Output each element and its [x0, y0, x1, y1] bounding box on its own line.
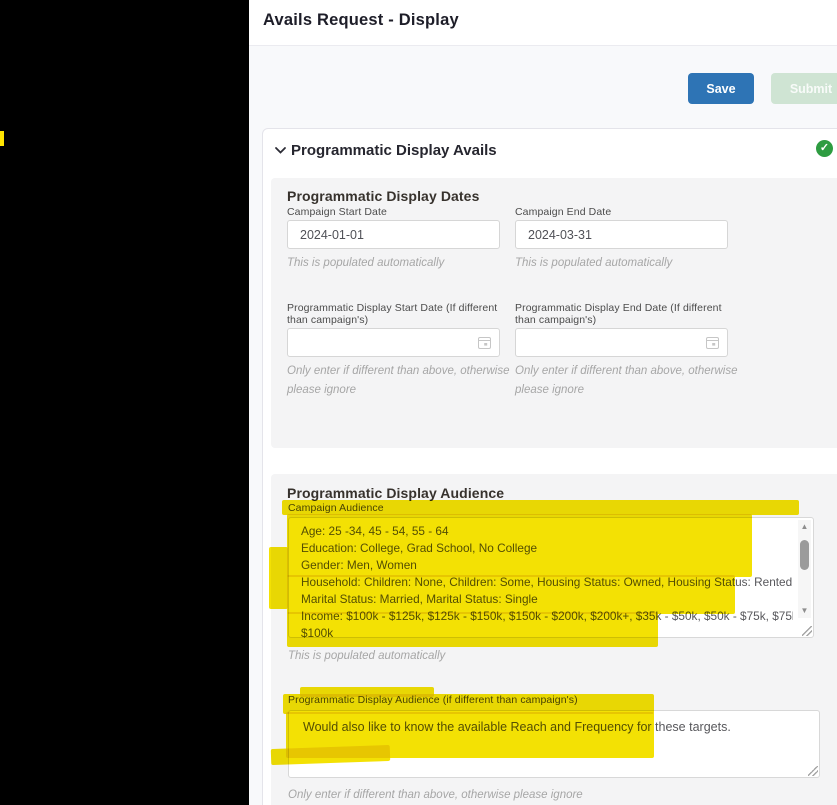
check-circle-icon: ✓ — [816, 140, 833, 157]
campaign-end-helper: This is populated automatically — [515, 254, 672, 273]
scrollbar-thumb[interactable] — [800, 540, 809, 570]
prog-end-date-input[interactable] — [515, 328, 728, 357]
resize-grip-icon[interactable] — [808, 766, 818, 776]
audience-line: Household: Children: None, Children: Som… — [301, 574, 793, 591]
campaign-audience-label: Campaign Audience — [288, 502, 384, 514]
prog-start-helper: Only enter if different than above, othe… — [287, 362, 527, 400]
campaign-start-date-input[interactable] — [287, 220, 500, 249]
prog-start-date-label: Programmatic Display Start Date (If diff… — [287, 302, 509, 326]
campaign-start-date-label: Campaign Start Date — [287, 206, 387, 218]
audience-line: Marital Status: Married, Marital Status:… — [301, 591, 793, 608]
scrollbar-down-icon[interactable]: ▼ — [798, 606, 811, 616]
audience-panel-title: Programmatic Display Audience — [287, 485, 504, 501]
campaign-end-date-label: Campaign End Date — [515, 206, 611, 218]
audience-line: Age: 25 -34, 45 - 54, 55 - 64 — [301, 523, 793, 540]
programmatic-display-avails-card: Programmatic Display Avails ✓ Programmat… — [262, 128, 837, 805]
audience-line: Gender: Men, Women — [301, 557, 793, 574]
chevron-down-icon[interactable] — [274, 146, 287, 155]
campaign-audience-textarea[interactable]: Age: 25 -34, 45 - 54, 55 - 64 Education:… — [288, 517, 814, 638]
save-button[interactable]: Save — [688, 73, 754, 104]
audience-line: Education: College, Grad School, No Coll… — [301, 540, 793, 557]
prog-end-date-label: Programmatic Display End Date (If differ… — [515, 302, 737, 326]
page-title: Avails Request - Display — [263, 11, 459, 30]
campaign-audience-helper: This is populated automatically — [288, 647, 445, 666]
textarea-scrollbar[interactable]: ▲ ▼ — [798, 520, 811, 618]
display-audience-textarea[interactable]: Would also like to know the available Re… — [288, 710, 820, 778]
audience-line: Income: $100k - $125k, $125k - $150k, $1… — [301, 608, 793, 625]
campaign-end-date-input[interactable] — [515, 220, 728, 249]
display-audience-helper: Only enter if different than above, othe… — [288, 786, 583, 805]
yellow-tick-mark — [0, 131, 4, 146]
display-audience-label: Programmatic Display Audience (if differ… — [288, 694, 578, 706]
avails-request-page: Avails Request - Display Save Submit Pro… — [0, 0, 837, 805]
dates-panel: Programmatic Display Dates Campaign Star… — [271, 178, 837, 448]
submit-button[interactable]: Submit — [771, 73, 837, 104]
prog-end-helper: Only enter if different than above, othe… — [515, 362, 755, 400]
top-bar: Avails Request - Display — [249, 0, 837, 46]
audience-panel: Programmatic Display Audience Campaign A… — [271, 474, 837, 805]
section-title: Programmatic Display Avails — [291, 142, 497, 159]
display-audience-text: Would also like to know the available Re… — [303, 720, 731, 734]
campaign-start-helper: This is populated automatically — [287, 254, 444, 273]
resize-grip-icon[interactable] — [802, 626, 812, 636]
left-black-pane — [0, 0, 249, 805]
audience-line: $100k — [301, 625, 793, 642]
scrollbar-up-icon[interactable]: ▲ — [798, 522, 811, 532]
dates-panel-title: Programmatic Display Dates — [287, 188, 479, 204]
prog-start-date-input[interactable] — [287, 328, 500, 357]
